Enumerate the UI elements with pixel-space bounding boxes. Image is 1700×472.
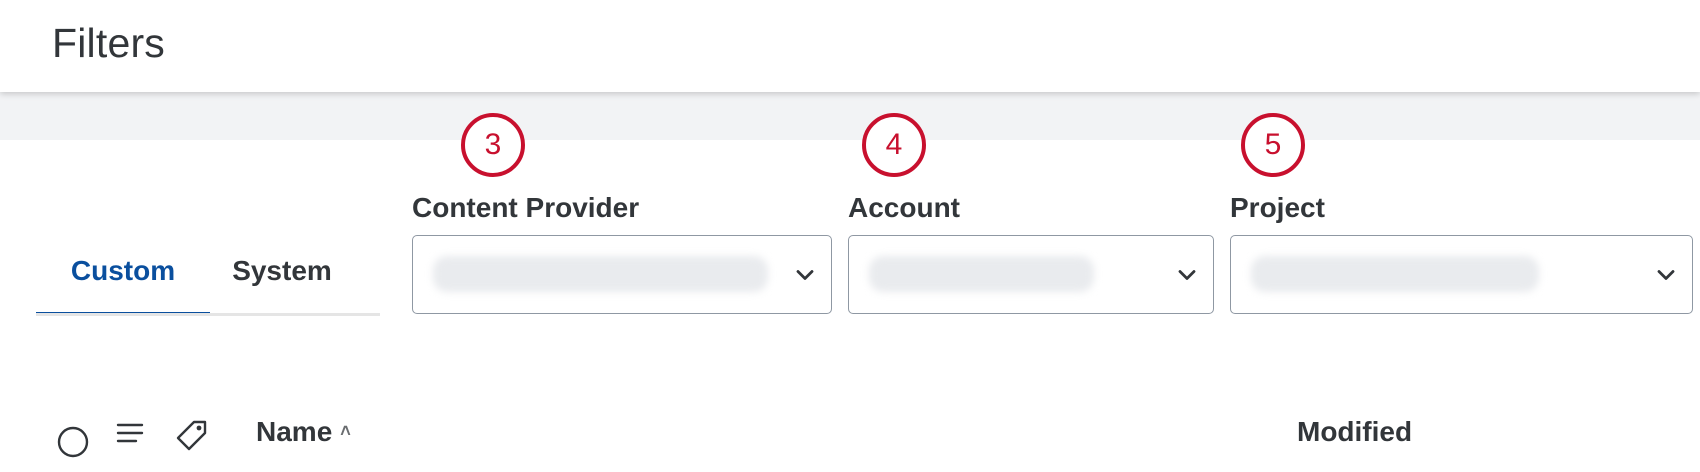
list-header [0, 400, 1700, 472]
content-provider-select[interactable] [412, 235, 832, 314]
project-select[interactable] [1230, 235, 1693, 314]
account-label: Account [848, 192, 960, 223]
chevron-down-icon [796, 270, 814, 280]
chevron-down-icon [1657, 270, 1675, 280]
project-label: Project [1230, 192, 1325, 223]
tab-custom[interactable]: Custom [36, 246, 210, 316]
content-provider-value-redacted [433, 256, 768, 292]
chevron-down-icon [1178, 270, 1196, 280]
tag-icon[interactable] [174, 418, 210, 454]
sort-ascending-icon: ˄ [340, 421, 351, 441]
header-strip [0, 92, 1700, 140]
content-provider-label: Content Provider [412, 192, 640, 223]
callout-badge-5: 5 [1241, 113, 1305, 177]
page-title: Filters [52, 20, 166, 66]
name-column-label: Name [256, 416, 333, 447]
account-select[interactable] [848, 235, 1214, 314]
account-value-redacted [869, 256, 1094, 292]
modified-column-header[interactable]: Modified [1297, 416, 1412, 448]
select-all-circle-icon[interactable] [56, 425, 90, 459]
name-column-header[interactable]: Name ˄ [256, 416, 351, 448]
list-icon[interactable] [116, 420, 144, 446]
tab-custom-label: Custom [70, 255, 176, 286]
page-header: Filters [0, 0, 1700, 92]
callout-badge-3: 3 [461, 113, 525, 177]
project-value-redacted [1251, 256, 1539, 292]
tab-system[interactable]: System [212, 246, 352, 308]
tabs-baseline [36, 313, 380, 316]
tab-system-label: System [232, 255, 332, 286]
callout-badge-4: 4 [862, 113, 926, 177]
filter-tabs: Custom System [36, 230, 380, 316]
